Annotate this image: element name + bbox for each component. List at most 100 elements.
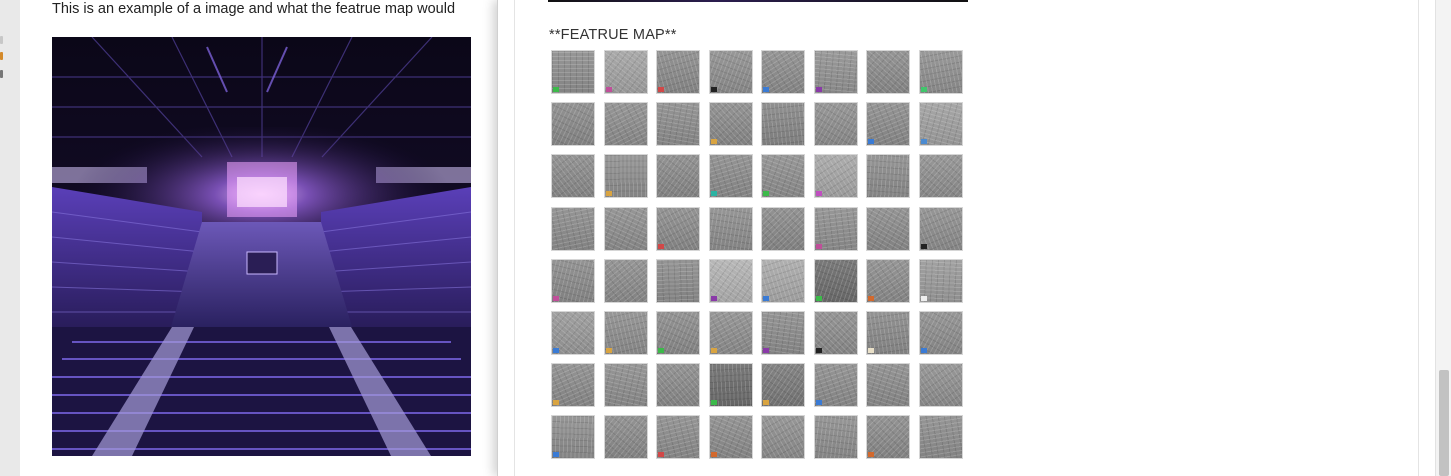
tile-color-marker: [553, 347, 559, 353]
feature-map-tile: [761, 310, 805, 355]
tile-color-marker: [815, 191, 822, 197]
feature-map-tile: [918, 310, 963, 355]
panel-content: **FEATRUE MAP**: [514, 0, 1419, 476]
tile-color-marker: [815, 243, 822, 249]
tile-color-marker: [763, 191, 769, 197]
feature-map-tile: [551, 102, 595, 147]
tile-color-marker: [710, 295, 717, 301]
feature-map-tile: [656, 50, 700, 94]
tile-color-marker: [815, 87, 822, 92]
feature-map-tile: [813, 415, 858, 460]
tile-color-marker: [605, 347, 612, 353]
feature-map-tile: [708, 363, 753, 408]
feature-map-title: **FEATRUE MAP**: [549, 27, 677, 43]
tile-color-marker: [763, 87, 769, 92]
tile-color-marker: [763, 347, 769, 353]
tile-color-marker: [710, 452, 717, 458]
feature-map-tile: [551, 258, 595, 303]
tile-color-marker: [658, 347, 664, 353]
document-page: This is an example of a image and what t…: [20, 0, 498, 476]
feature-map-tile: [603, 50, 648, 94]
feature-map-tile: [603, 102, 648, 147]
feature-map-tile: [708, 415, 753, 460]
tile-color-marker: [763, 295, 769, 301]
tile-color-marker: [920, 87, 927, 92]
feature-map-tile: [603, 154, 648, 199]
tile-color-marker: [868, 139, 874, 145]
tile-color-marker: [710, 400, 717, 406]
tile-color-marker: [553, 295, 559, 301]
feature-map-tile: [866, 363, 910, 408]
feature-map-tile: [656, 206, 700, 251]
edge-mark: [0, 36, 3, 44]
feature-map-tile: [918, 363, 963, 408]
feature-map-tile: [603, 310, 648, 355]
vertical-scrollbar[interactable]: [1435, 0, 1451, 476]
feature-map-tile: [603, 206, 648, 251]
tile-color-marker: [920, 243, 927, 249]
feature-map-tile: [813, 154, 858, 199]
feature-map-tile: [656, 258, 700, 303]
feature-map-tile: [866, 415, 910, 460]
feature-map-tile: [656, 154, 700, 199]
background-window-edge: [0, 0, 21, 476]
feature-map-tile: [813, 258, 858, 303]
feature-map-tile: [551, 154, 595, 199]
feature-map-tile: [761, 363, 805, 408]
feature-map-tile: [918, 50, 963, 94]
edge-mark: [0, 52, 3, 60]
feature-map-tile: [866, 154, 910, 199]
feature-map-tile: [918, 415, 963, 460]
document-caption: This is an example of a image and what t…: [52, 1, 456, 17]
feature-map-tile: [551, 363, 595, 408]
feature-map-tile: [708, 102, 753, 147]
feature-map-tile: [918, 102, 963, 147]
feature-map-panel: **FEATRUE MAP**: [497, 0, 1436, 476]
feature-map-tile: [603, 363, 648, 408]
scrollbar-thumb[interactable]: [1439, 370, 1449, 476]
feature-map-tile: [656, 363, 700, 408]
tile-color-marker: [710, 191, 717, 197]
feature-map-tile: [603, 415, 648, 460]
feature-map-grid: [551, 50, 963, 460]
feature-map-tile: [551, 50, 595, 94]
feature-map-tile: [813, 310, 858, 355]
feature-map-tile: [761, 258, 805, 303]
feature-map-tile: [866, 258, 910, 303]
feature-map-tile: [708, 154, 753, 199]
tile-color-marker: [658, 243, 664, 249]
feature-map-tile: [813, 102, 858, 147]
feature-map-tile: [708, 258, 753, 303]
tile-color-marker: [553, 87, 559, 92]
tile-color-marker: [815, 400, 822, 406]
feature-map-tile: [761, 102, 805, 147]
feature-map-tile: [918, 258, 963, 303]
feature-map-tile: [866, 310, 910, 355]
feature-map-tile: [918, 206, 963, 251]
feature-map-tile: [551, 206, 595, 251]
tile-color-marker: [815, 347, 822, 353]
feature-map-tile: [866, 206, 910, 251]
feature-map-tile: [656, 310, 700, 355]
tile-color-marker: [920, 295, 927, 301]
tile-color-marker: [763, 400, 769, 406]
tile-color-marker: [868, 452, 874, 458]
feature-map-tile: [813, 206, 858, 251]
tile-color-marker: [553, 400, 559, 406]
tile-color-marker: [920, 347, 927, 353]
tile-color-marker: [710, 347, 717, 353]
feature-map-tile: [918, 154, 963, 199]
tile-color-marker: [868, 295, 874, 301]
edge-mark: [0, 70, 3, 78]
tile-color-marker: [605, 191, 612, 197]
feature-map-tile: [708, 310, 753, 355]
tile-color-marker: [815, 295, 822, 301]
feature-map-tile: [708, 206, 753, 251]
tile-color-marker: [920, 139, 927, 145]
tile-color-marker: [658, 452, 664, 458]
feature-map-tile: [813, 363, 858, 408]
tile-color-marker: [710, 139, 717, 145]
feature-map-tile: [761, 415, 805, 460]
feature-map-tile: [866, 102, 910, 147]
feature-map-tile: [551, 415, 595, 460]
